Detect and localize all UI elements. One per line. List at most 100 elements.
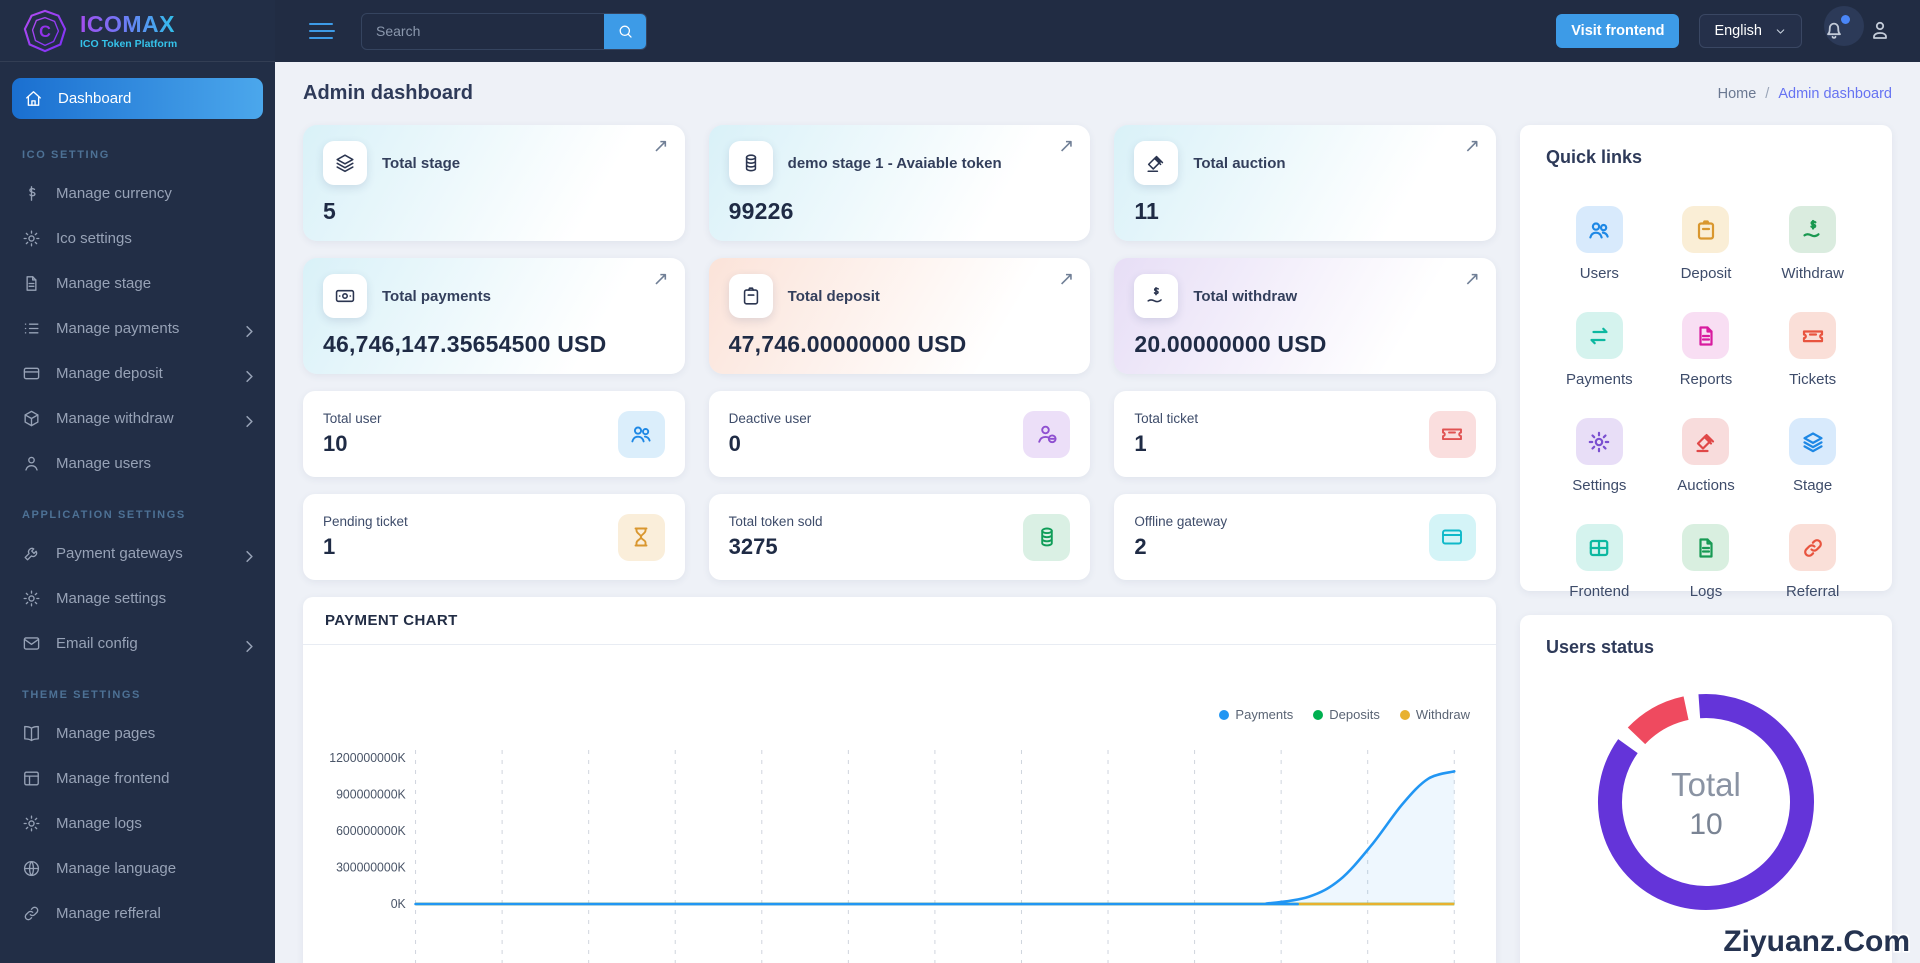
- credit-card-icon: [1442, 529, 1463, 545]
- coins-icon: [745, 154, 756, 172]
- quick-link-settings[interactable]: Settings: [1546, 418, 1653, 494]
- notifications-button[interactable]: [1822, 6, 1864, 46]
- search-box: [361, 12, 647, 50]
- hamburger-menu-icon[interactable]: [309, 22, 335, 40]
- language-dropdown[interactable]: English: [1699, 14, 1802, 48]
- quick-link-reports[interactable]: Reports: [1653, 312, 1760, 388]
- stat-card-title: Total auction: [1193, 154, 1286, 172]
- arrow-up-right-icon[interactable]: ↗: [653, 135, 669, 158]
- gavel-icon: [1696, 433, 1715, 452]
- sidebar-item-manage-frontend[interactable]: Manage frontend: [0, 757, 275, 800]
- grid-icon: [1590, 539, 1609, 556]
- visit-frontend-button[interactable]: Visit frontend: [1556, 14, 1680, 48]
- stat-card-demo-stage-1-avaiable-token: demo stage 1 - Avaiable token ↗ 99226: [708, 125, 1091, 241]
- coins-icon-badge: [1023, 513, 1071, 561]
- home-icon: [26, 91, 41, 106]
- stat-card-title: Total ticket: [1134, 411, 1199, 426]
- ticket-icon-tile: [1789, 312, 1837, 359]
- sidebar-item-manage-pages[interactable]: Manage pages: [0, 712, 275, 755]
- stat-card-title: Total withdraw: [1193, 287, 1298, 305]
- sidebar-item-ico-settings[interactable]: Ico settings: [0, 217, 275, 260]
- sidebar-item-manage-logs[interactable]: Manage logs: [0, 802, 275, 845]
- sidebar-item-label: Manage frontend: [56, 770, 170, 787]
- legend-item-deposits[interactable]: Deposits: [1313, 707, 1380, 722]
- quick-link-users[interactable]: Users: [1546, 206, 1653, 282]
- legend-dot: [1219, 709, 1230, 720]
- deposit-box-icon: [1697, 219, 1715, 240]
- stat-card-value: 47,746.00000000 USD: [728, 331, 967, 357]
- sidebar-item-manage-currency[interactable]: Manage currency: [0, 172, 275, 215]
- arrow-up-right-icon[interactable]: ↗: [653, 268, 669, 291]
- sidebar-item-dashboard[interactable]: Dashboard: [12, 78, 263, 119]
- file-icon-tile: [1682, 312, 1730, 359]
- sidebar-item-manage-stage[interactable]: Manage stage: [0, 262, 275, 305]
- stat-card-total-token-sold: Total token sold 3275: [708, 494, 1091, 580]
- sidebar-item-manage-withdraw[interactable]: Manage withdraw: [0, 397, 275, 440]
- sidebar-item-label: Manage settings: [56, 590, 167, 607]
- sidebar-item-label: Manage refferal: [56, 905, 161, 922]
- arrow-up-right-icon[interactable]: ↗: [1058, 135, 1074, 158]
- layout-icon: [24, 771, 39, 786]
- credit-card-icon-badge: [1428, 513, 1476, 561]
- layers-icon-tile: [323, 141, 367, 185]
- package-icon: [24, 410, 39, 427]
- hourglass-icon: [634, 527, 648, 547]
- gear-icon: [23, 590, 40, 607]
- legend-item-withdraw[interactable]: Withdraw: [1399, 707, 1470, 722]
- legend-item-payments[interactable]: Payments: [1219, 707, 1293, 722]
- arrow-up-right-icon[interactable]: ↗: [1464, 268, 1480, 291]
- quick-link-label: Tickets: [1789, 371, 1837, 388]
- sidebar-item-manage-language[interactable]: Manage language: [0, 847, 275, 890]
- chevron-down-icon: [1776, 28, 1785, 34]
- sidebar: C ICOMAX ICO Token Platform Dashboard ICO…: [0, 0, 275, 963]
- banknote-icon-tile: [323, 274, 367, 318]
- arrows-lr-icon: [1590, 327, 1608, 344]
- gear-icon: [23, 815, 40, 832]
- gear-icon: [23, 230, 40, 247]
- stat-cards-row-1: Total stage ↗ 5 demo stage 1 - Avaiable tok…: [303, 125, 1496, 241]
- sidebar-item-payment-gateways[interactable]: Payment gateways: [0, 532, 275, 575]
- quick-links-panel: Quick links Users Deposit Withdraw Payments…: [1520, 125, 1892, 600]
- quick-link-frontend[interactable]: Frontend: [1546, 524, 1653, 600]
- quick-link-referral[interactable]: Referral: [1759, 524, 1866, 600]
- grid-icon-tile: [1575, 524, 1623, 571]
- profile-button[interactable]: [1868, 18, 1894, 44]
- svg-text:900000000K: 900000000K: [336, 787, 406, 801]
- users-icon: [1589, 221, 1610, 238]
- svg-text:C: C: [39, 23, 51, 41]
- arrow-up-right-icon[interactable]: ↗: [1058, 268, 1074, 291]
- link-icon-tile: [1789, 524, 1837, 571]
- quick-link-payments[interactable]: Payments: [1546, 312, 1653, 388]
- quick-link-deposit[interactable]: Deposit: [1653, 206, 1760, 282]
- users-status-donut-chart: Total 10: [1598, 694, 1814, 910]
- search-button[interactable]: [604, 13, 646, 49]
- gear-icon: [1589, 431, 1610, 452]
- hand-dollar-icon: [1803, 219, 1820, 237]
- chevron-right-icon: [246, 550, 253, 563]
- legend-dot: [1399, 709, 1410, 720]
- sidebar-item-email-config[interactable]: Email config: [0, 622, 275, 665]
- layers-icon-tile: [1789, 418, 1837, 465]
- quick-link-logs[interactable]: Logs: [1653, 524, 1760, 600]
- sidebar-item-manage-refferal[interactable]: Manage refferal: [0, 892, 275, 935]
- payment-line-chart: 1200000000K 900000000K 600000000K 300000000…: [329, 750, 1456, 963]
- breadcrumb-home-link[interactable]: Home: [1718, 86, 1757, 102]
- quick-link-label: Payments: [1565, 371, 1633, 388]
- svg-text:1200000000K: 1200000000K: [329, 751, 406, 765]
- quick-link-auctions[interactable]: Auctions: [1653, 418, 1760, 494]
- sidebar-item-manage-users[interactable]: Manage users: [0, 442, 275, 485]
- arrow-up-right-icon[interactable]: ↗: [1464, 135, 1480, 158]
- search-input[interactable]: [362, 13, 604, 49]
- book-icon: [24, 725, 39, 742]
- sidebar-item-manage-payments[interactable]: Manage payments: [0, 307, 275, 350]
- quick-link-stage[interactable]: Stage: [1759, 418, 1866, 494]
- stat-card-value: 2: [1134, 534, 1147, 559]
- quick-link-withdraw[interactable]: Withdraw: [1759, 206, 1866, 282]
- quick-link-tickets[interactable]: Tickets: [1759, 312, 1866, 388]
- legend-dot: [1313, 709, 1324, 720]
- users-status-title: Users status: [1546, 637, 1655, 657]
- sidebar-item-manage-settings[interactable]: Manage settings: [0, 577, 275, 620]
- sidebar-item-manage-deposit[interactable]: Manage deposit: [0, 352, 275, 395]
- svg-text:0K: 0K: [391, 897, 407, 911]
- stat-card-pending-ticket: Pending ticket 1: [303, 494, 685, 580]
